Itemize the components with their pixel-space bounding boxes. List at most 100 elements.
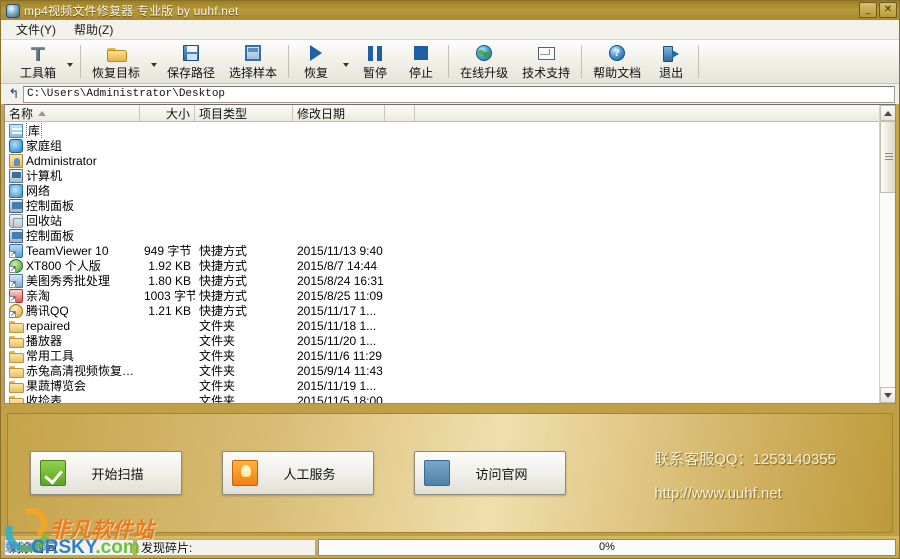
file-name-label: 腾讯QQ — [26, 304, 69, 318]
contact-info: 联系客服QQ：1253140355 http://www.uuhf.net — [654, 448, 836, 518]
toolbar-button-online-upgrade[interactable]: 在线升级 — [453, 40, 515, 83]
file-row[interactable]: 回收站 — [5, 213, 895, 228]
visit-website-label: 访问官网 — [475, 466, 528, 482]
minimize-button[interactable]: _ — [859, 2, 877, 18]
folder-icon — [9, 379, 24, 393]
shortcut-overlay-icon: ↗ — [9, 310, 16, 318]
file-row[interactable]: ↗ 美图秀秀批处理 1.80 KB 快捷方式 2015/8/24 16:31 — [5, 273, 895, 288]
title-bar: mp4视频文件修复器 专业版 by uuhf.net _ ✕ — [1, 1, 899, 20]
manual-service-label: 人工服务 — [283, 466, 336, 482]
file-row[interactable]: 播放器 文件夹 2015/11/20 1... — [5, 333, 895, 348]
file-row[interactable]: 家庭组 — [5, 138, 895, 153]
toolbar-button-toolbox[interactable]: 工具箱 — [13, 40, 63, 83]
file-name-cell: 收捡表 — [5, 392, 140, 403]
file-row[interactable]: Administrator — [5, 153, 895, 168]
toolbox-dropdown-arrow-icon[interactable] — [63, 40, 76, 83]
toolbar-button-pause[interactable]: 暂停 — [352, 40, 398, 83]
scrollbar-thumb[interactable] — [879, 121, 895, 193]
toolbar-label: 停止 — [409, 66, 434, 80]
toolbar-button-recover-target[interactable]: 恢复目标 — [85, 40, 147, 83]
manual-service-button[interactable]: 人工服务 — [222, 451, 374, 495]
shortcut-overlay-icon: ↗ — [9, 250, 16, 258]
scroll-down-button[interactable] — [879, 387, 895, 403]
shortcut-overlay-icon: ↗ — [9, 265, 16, 273]
progress-bar: 0% — [318, 538, 896, 556]
toolbar-separator — [80, 45, 82, 78]
xt800-icon: ↗ — [9, 258, 23, 273]
scroll-up-button[interactable] — [879, 105, 895, 121]
column-header-3[interactable]: 项目类型 — [195, 105, 293, 121]
file-size-cell: 949 字节 — [144, 244, 192, 258]
toolbar-button-save-path[interactable]: 保存路径 — [160, 40, 222, 83]
toolbar-label: 退出 — [659, 66, 684, 80]
homegroup-icon — [9, 138, 23, 153]
column-header-2[interactable]: 大小 — [140, 105, 195, 121]
file-row[interactable]: 网络 — [5, 183, 895, 198]
toolbar-button-select-sample[interactable]: 选择样本 — [222, 40, 284, 83]
column-header-1[interactable]: 名称 — [5, 105, 140, 121]
toolbar-label: 暂停 — [363, 66, 388, 80]
file-name-cell: ↗ 腾讯QQ — [5, 302, 140, 319]
back-arrow-icon[interactable]: ↰ — [5, 86, 23, 102]
path-input[interactable] — [23, 85, 895, 103]
visit-website-button[interactable]: 访问官网 — [414, 451, 566, 495]
folder-icon — [9, 364, 24, 378]
recover-dropdown-arrow-icon[interactable] — [339, 40, 352, 83]
contact-qq: 联系客服QQ：1253140355 — [654, 451, 836, 468]
library-icon — [9, 123, 23, 138]
toolbar-label: 帮助文档 — [593, 66, 642, 80]
menu-help[interactable]: 帮助(Z) — [65, 19, 122, 40]
file-row[interactable]: 计算机 — [5, 168, 895, 183]
toolbar-button-exit[interactable]: 退出 — [648, 40, 694, 83]
toolbar-button-recover[interactable]: 恢复 — [293, 40, 339, 83]
file-row[interactable]: ↗ XT800 个人版 1.92 KB 快捷方式 2015/8/7 14:44 — [5, 258, 895, 273]
file-row[interactable]: 赤兔高清视频恢复… 文件夹 2015/9/14 11:43 — [5, 363, 895, 378]
folder-icon — [9, 394, 24, 403]
file-row[interactable]: 果蔬博览会 文件夹 2015/11/19 1... — [5, 378, 895, 393]
toolbar-label: 选择样本 — [229, 66, 278, 80]
file-row[interactable]: 库 — [5, 122, 895, 139]
file-row[interactable]: ↗ 亲淘 1003 字节 快捷方式 2015/8/25 11:09 — [5, 288, 895, 303]
blue-square-icon — [424, 460, 450, 486]
save-disk-icon — [183, 43, 200, 63]
file-name-cell: 家庭组 — [5, 137, 140, 154]
folder-icon — [9, 349, 24, 363]
file-row[interactable]: repaired 文件夹 2015/11/18 1... — [5, 318, 895, 333]
toolbar-label: 技术支持 — [522, 66, 571, 80]
action-panel: 开始扫描 人工服务 访问官网 联系客服QQ：1253140355 http://… — [7, 413, 893, 533]
action-buttons: 开始扫描 人工服务 访问官网 — [30, 451, 566, 495]
user-folder-icon — [9, 153, 23, 168]
play-icon — [310, 43, 323, 63]
file-row[interactable]: 控制面板 — [5, 228, 895, 243]
file-row[interactable]: 收捡表 文件夹 2015/11/5 18:00 — [5, 393, 895, 403]
toolbar-button-help-doc[interactable]: ? 帮助文档 — [586, 40, 648, 83]
toolbar-button-stop[interactable]: 停止 — [398, 40, 444, 83]
file-row[interactable]: ↗ TeamViewer 10 949 字节 快捷方式 2015/11/13 9:40 — [5, 243, 895, 258]
scrollbar-track[interactable] — [879, 121, 895, 387]
status-bar: 剩余时间 发现碎片: 0% — [1, 536, 899, 558]
file-date-cell: 2015/8/24 16:31 — [297, 273, 384, 288]
start-scan-button[interactable]: 开始扫描 — [30, 451, 182, 495]
file-row[interactable]: 常用工具 文件夹 2015/11/6 11:29 — [5, 348, 895, 363]
contact-website[interactable]: http://www.uuhf.net — [654, 485, 836, 502]
file-name-label: repaired — [26, 318, 71, 333]
close-button[interactable]: ✕ — [879, 2, 897, 18]
vertical-scrollbar[interactable] — [879, 105, 895, 403]
recover-target-dropdown-arrow-icon[interactable] — [147, 40, 160, 83]
column-header-5[interactable] — [385, 105, 415, 121]
toolbar-separator — [581, 45, 583, 78]
file-date-cell: 2015/11/18 1... — [297, 318, 377, 333]
address-bar: ↰ — [1, 84, 899, 104]
status-remaining-time: 剩余时间 — [4, 538, 134, 556]
stop-icon — [414, 43, 429, 63]
file-date-cell: 2015/9/14 11:43 — [297, 363, 383, 378]
globe-icon — [476, 43, 493, 63]
help-circle-icon: ? — [609, 43, 626, 63]
file-row[interactable]: 控制面板 — [5, 198, 895, 213]
toolbar-button-tech-support[interactable]: 技术支持 — [515, 40, 577, 83]
menu-file[interactable]: 文件(Y) — [7, 19, 65, 40]
folder-open-icon — [106, 43, 127, 63]
column-header-4[interactable]: 修改日期 — [293, 105, 385, 121]
file-row[interactable]: ↗ 腾讯QQ 1.21 KB 快捷方式 2015/11/17 1... — [5, 303, 895, 318]
file-size-cell: 1003 字节 — [144, 289, 195, 303]
